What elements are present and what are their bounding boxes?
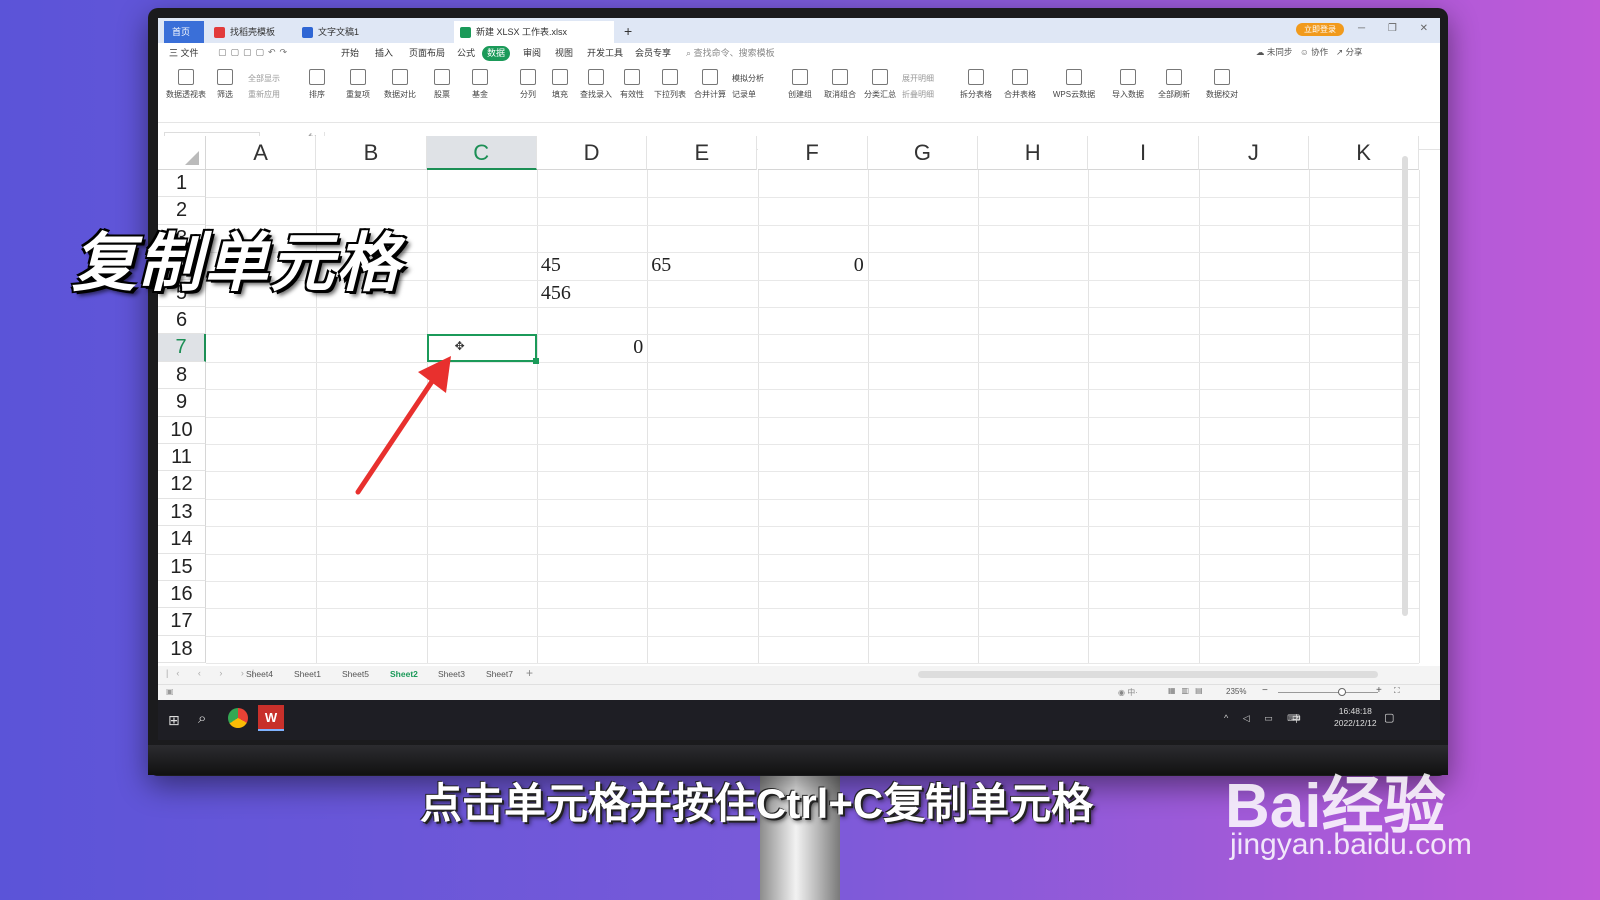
video-subtitle: 点击单元格并按住Ctrl+C复制单元格	[420, 780, 1094, 827]
overlay-title: 复制单元格	[72, 227, 402, 299]
arrow-head	[418, 356, 451, 393]
arrow-shaft	[355, 377, 436, 495]
baidu-watermark-url: jingyan.baidu.com	[1230, 828, 1472, 861]
